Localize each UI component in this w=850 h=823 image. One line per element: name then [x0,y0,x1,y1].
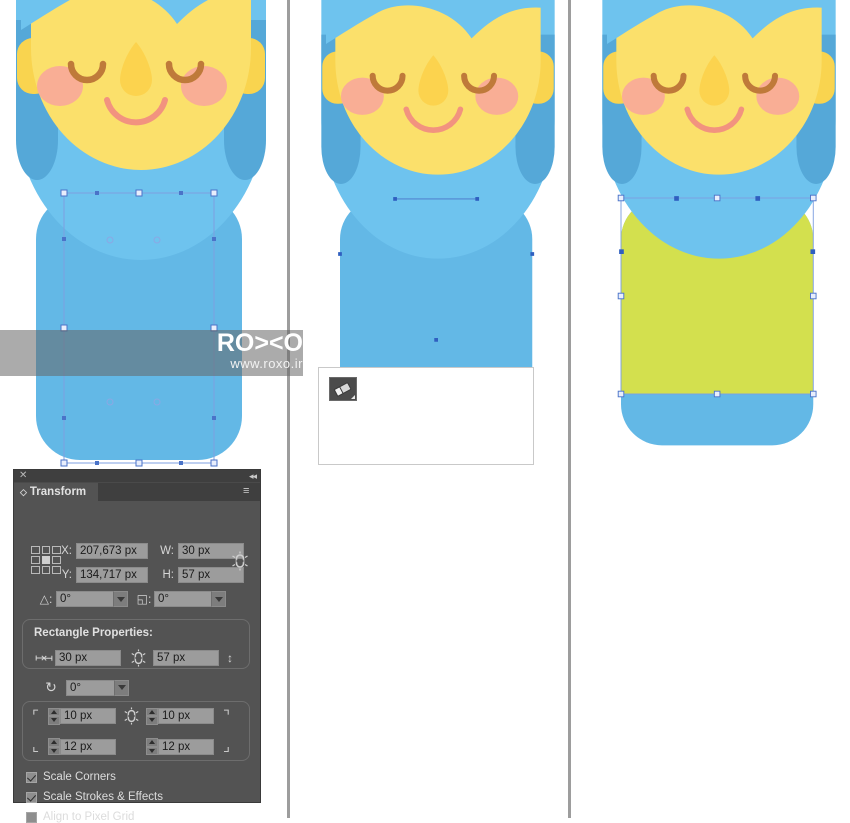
character-illustration-1 [16,0,266,467]
chevron-down-icon[interactable] [114,679,129,696]
w-label: W: [160,545,174,557]
corner-tl-stepper[interactable] [48,707,60,725]
refpoint-cell-selected[interactable] [41,556,51,564]
x-label: X: [61,545,72,557]
link-glyph [130,649,146,667]
checkbox-icon[interactable] [26,771,37,783]
link-glyph [123,707,139,725]
shear-combo[interactable] [154,591,226,607]
rectangle-properties-title: Rectangle Properties: [34,627,153,639]
tab-transform[interactable]: ◇ Transform [14,483,99,501]
stepper-down-icon[interactable] [146,716,158,725]
refpoint-cell[interactable] [41,566,51,574]
checkbox-scale-corners[interactable]: Scale Corners [26,771,116,783]
rotate-input[interactable] [56,591,113,607]
row-corner-bottom: ⌞ ⌟ [32,738,230,755]
corner-bottom-right-input[interactable] [158,738,214,755]
constrain-wh-link-icon[interactable] [232,551,248,574]
panel-menu-icon[interactable]: ≡ [243,486,257,498]
cheek-right [475,77,519,115]
rotate-combo[interactable] [56,591,128,607]
rect-height-input[interactable] [153,650,219,666]
corner-top-left-input[interactable] [60,708,116,724]
shear-angle-icon: ◱: [136,592,152,606]
stepper-up-icon[interactable] [48,707,60,716]
stepper-down-icon[interactable] [48,716,60,725]
checkbox-label: Scale Strokes & Effects [43,791,163,803]
figure-panel-3 [571,0,850,818]
y-input[interactable] [76,567,148,583]
character-illustration-3 [602,0,836,446]
screenshot-root: RO><O www.roxo.ir ✕ ◂◂ ◇ Transform ≡ X: … [0,0,850,823]
stepper-down-icon[interactable] [146,746,158,755]
eraser-glyph [333,382,352,397]
close-icon[interactable]: ✕ [19,470,27,482]
panel-titlebar: ✕ ◂◂ [14,470,260,483]
corner-angle-input[interactable] [66,679,114,696]
eraser-tool-icon[interactable] [329,377,357,401]
tab-transform-label: Transform [29,486,87,498]
corner-bottom-right-icon[interactable]: ⌟ [214,739,230,754]
link-glyph [232,551,248,571]
checkbox-icon[interactable] [26,791,37,803]
panel-toggle-icon: ◇ [20,486,27,497]
stepper-up-icon[interactable] [48,738,60,747]
refpoint-cell[interactable] [41,546,51,554]
collapse-panel-icon[interactable]: ◂◂ [249,470,257,482]
row-y-h: Y: H: [58,567,244,583]
corner-bl-stepper[interactable] [48,738,60,755]
checkbox-label: Align to Pixel Grid [43,811,135,823]
cheek-right [756,77,800,115]
cheek-right [181,66,227,106]
rotate-angle-icon: △: [39,592,53,606]
rect-width-input[interactable] [55,650,121,666]
transform-panel: ✕ ◂◂ ◇ Transform ≡ X: 207,673 px W: 30 p… [14,470,260,823]
tool-flyout-corner-icon [351,395,355,399]
stepper-up-icon[interactable] [146,707,158,716]
height-arrow-icon: ↕ [227,651,233,665]
row-corner-top: ⌜ ⌝ [32,707,230,725]
h-label: H: [162,569,175,581]
chevron-down-icon[interactable] [113,591,128,607]
row-x-w: X: W: [58,543,244,559]
y-label: Y: [61,569,72,581]
chevron-down-icon[interactable] [211,591,226,607]
corner-constrain-link-icon[interactable] [116,707,146,725]
refpoint-cell[interactable] [31,566,40,574]
refpoint-cell[interactable] [31,546,40,554]
width-arrow-icon: ↦↤ [34,651,53,665]
reference-point-grid[interactable] [31,546,61,574]
corner-angle-combo[interactable] [66,679,129,696]
corner-top-left-icon[interactable]: ⌜ [32,709,48,724]
corner-bottom-left-icon[interactable]: ⌞ [32,739,48,754]
corner-br-stepper[interactable] [146,738,158,755]
checkbox-align-to-pixel-grid[interactable]: Align to Pixel Grid [26,811,134,823]
checkbox-label: Scale Corners [43,771,116,783]
panel-divider-1 [287,0,290,818]
corner-tr-stepper[interactable] [146,707,158,725]
checkbox-scale-strokes-effects[interactable]: Scale Strokes & Effects [26,791,163,803]
row-corner-angle: ↻ [42,679,129,696]
rotate-icon: ↻ [45,679,57,695]
corner-top-right-input[interactable] [158,708,214,724]
refpoint-cell[interactable] [31,556,40,564]
corner-top-right-icon[interactable]: ⌝ [214,709,230,724]
corner-bottom-left-input[interactable] [60,738,116,755]
checkbox-icon[interactable] [26,811,37,823]
panel-tabrow: ◇ Transform ≡ [14,483,260,501]
panel-divider-2 [568,0,571,818]
transform-body: X: W: Y: H: [14,501,260,823]
row-rect-wh: ↦↤ ↕ [34,649,238,667]
x-input[interactable] [76,543,148,559]
tool-popup-dialog [318,367,534,465]
stepper-down-icon[interactable] [48,746,60,755]
shear-input[interactable] [154,591,211,607]
stepper-up-icon[interactable] [146,738,158,747]
rect-constrain-link-icon[interactable] [127,649,149,667]
row-rotate-shear: △: ◱: [38,591,226,607]
